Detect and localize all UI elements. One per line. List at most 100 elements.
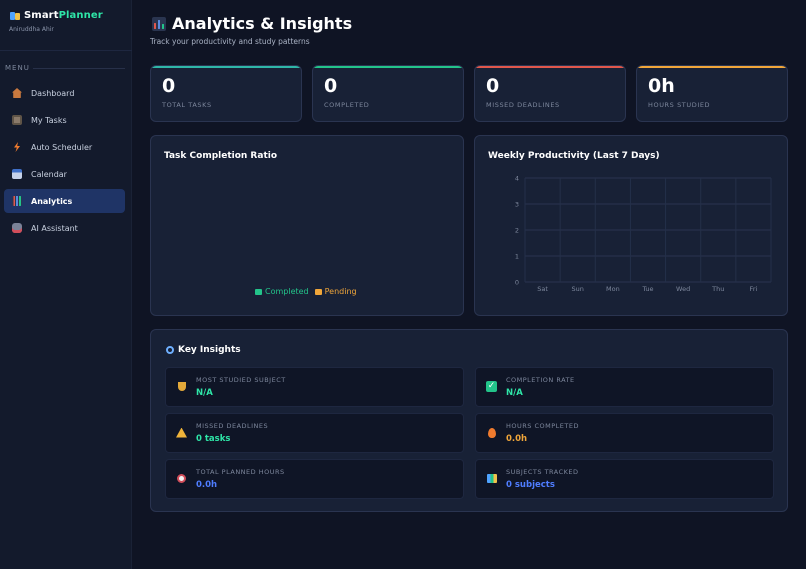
sidebar-item-label: Auto Scheduler (31, 142, 93, 152)
y-tick-label: 2 (515, 227, 519, 235)
magnifier-icon (166, 346, 174, 354)
lightning-icon (14, 142, 20, 152)
insight-label: COMPLETION RATE (506, 376, 575, 384)
x-tick-label: Thu (711, 285, 724, 293)
y-tick-label: 0 (515, 279, 519, 287)
key-insights-panel: Key Insights MOST STUDIED SUBJECT N/A ✓ … (150, 329, 788, 512)
completion-ratio-panel: Task Completion Ratio Completed Pending (150, 135, 464, 316)
stat-label: TOTAL TASKS (162, 101, 212, 109)
insight-subjects-tracked: SUBJECTS TRACKED 0 subjects (475, 459, 774, 499)
brand-name-part2: Planner (58, 10, 103, 21)
sidebar-item-label: AI Assistant (31, 223, 78, 233)
sidebar: SmartPlanner Aniruddha Ahir MENU Dashboa… (0, 0, 132, 569)
weekly-productivity-panel: Weekly Productivity (Last 7 Days) 01234S… (474, 135, 788, 316)
legend-item-completed[interactable]: Completed (255, 287, 309, 296)
books-icon (10, 11, 20, 21)
stat-label: COMPLETED (324, 101, 370, 109)
weekly-productivity-chart: 0 1 2 3 4 Sat Sun Mon Tue Wed Thu Fri (515, 175, 772, 293)
insight-hours-completed: HOURS COMPLETED 0.0h (475, 413, 774, 453)
sidebar-item-label: Calendar (31, 169, 67, 179)
x-tick-label: Fri (750, 285, 758, 293)
menu-label: MENU (5, 64, 30, 72)
insight-value: 0.0h (196, 480, 218, 490)
insight-completion-rate: ✓ COMPLETION RATE N/A (475, 367, 774, 407)
stat-accent-bar (151, 66, 301, 68)
fire-icon (486, 427, 497, 438)
x-tick-label: Tue (641, 285, 653, 293)
stat-accent-bar (637, 66, 787, 68)
insight-value: N/A (196, 388, 213, 398)
legend-swatch (314, 288, 322, 295)
sidebar-item-label: My Tasks (31, 115, 67, 125)
house-icon (12, 88, 22, 98)
sidebar-item-my-tasks[interactable]: My Tasks (4, 108, 125, 132)
page-title: Analytics & Insights (152, 14, 352, 33)
calendar-icon (12, 169, 22, 179)
page-subtitle: Track your productivity and study patter… (150, 37, 310, 46)
alarm-clock-icon (176, 473, 187, 484)
page-heading: Analytics & Insights (172, 14, 353, 33)
x-tick-label: Sat (537, 285, 548, 293)
brand-name-part1: Smart (24, 10, 59, 21)
insight-label: HOURS COMPLETED (506, 422, 579, 430)
legend-label: Completed (265, 287, 309, 296)
x-tick-label: Wed (676, 285, 690, 293)
y-tick-label: 3 (515, 201, 519, 209)
chart-legend: Completed Pending (255, 287, 357, 296)
brand-name: SmartPlanner (24, 10, 103, 21)
insight-value: 0 tasks (196, 434, 231, 444)
sidebar-item-label: Dashboard (31, 88, 75, 98)
sidebar-item-ai-assistant[interactable]: AI Assistant (4, 216, 125, 240)
insight-most-studied-subject: MOST STUDIED SUBJECT N/A (165, 367, 464, 407)
insights-title: Key Insights (178, 345, 241, 355)
stat-card-missed-deadlines: 0 MISSED DEADLINES (474, 65, 626, 122)
stat-value: 0 (162, 75, 176, 97)
books-icon (486, 473, 497, 484)
stat-card-completed: 0 COMPLETED (312, 65, 464, 122)
stat-card-hours-studied: 0h HOURS STUDIED (636, 65, 788, 122)
warning-icon (176, 427, 187, 438)
insight-value: N/A (506, 388, 523, 398)
insight-label: MISSED DEADLINES (196, 422, 269, 430)
stat-accent-bar (475, 66, 625, 68)
y-tick-label: 1 (515, 253, 519, 261)
insight-missed-deadlines: MISSED DEADLINES 0 tasks (165, 413, 464, 453)
sidebar-item-auto-scheduler[interactable]: Auto Scheduler (4, 135, 125, 159)
legend-item-pending[interactable]: Pending (314, 287, 357, 296)
sidebar-item-analytics[interactable]: Analytics (4, 189, 125, 213)
insight-label: MOST STUDIED SUBJECT (196, 376, 286, 384)
main-content: Analytics & Insights Track your producti… (132, 0, 806, 569)
stat-value: 0 (324, 75, 338, 97)
menu-divider (33, 68, 125, 69)
stat-accent-bar (313, 66, 463, 68)
robot-icon (12, 223, 22, 233)
x-tick-label: Sun (572, 285, 584, 293)
stat-label: HOURS STUDIED (648, 101, 711, 109)
insight-label: TOTAL PLANNED HOURS (196, 468, 285, 476)
bar-chart-icon (152, 16, 166, 31)
insight-value: 0 subjects (506, 480, 555, 490)
brand-logo[interactable]: SmartPlanner (10, 10, 103, 21)
insight-total-planned-hours: TOTAL PLANNED HOURS 0.0h (165, 459, 464, 499)
legend-label: Pending (324, 287, 357, 296)
trophy-icon (176, 381, 187, 392)
user-name: Aniruddha Ahir (9, 26, 54, 33)
insights-heading: Key Insights (166, 345, 241, 355)
stat-label: MISSED DEADLINES (486, 101, 560, 109)
check-icon: ✓ (486, 381, 497, 392)
sidebar-divider (0, 50, 132, 51)
bar-chart-icon (12, 196, 22, 206)
legend-swatch (255, 288, 262, 295)
stat-value: 0 (486, 75, 500, 97)
insight-value: 0.0h (506, 434, 528, 444)
insight-label: SUBJECTS TRACKED (506, 468, 579, 476)
sidebar-item-label: Analytics (31, 196, 73, 206)
sidebar-item-dashboard[interactable]: Dashboard (4, 81, 125, 105)
panel-title: Task Completion Ratio (164, 151, 278, 161)
stat-card-total-tasks: 0 TOTAL TASKS (150, 65, 302, 122)
stat-value: 0h (648, 75, 675, 97)
x-tick-label: Mon (606, 285, 620, 293)
y-tick-label: 4 (515, 175, 519, 183)
clipboard-icon (12, 115, 22, 125)
sidebar-item-calendar[interactable]: Calendar (4, 162, 125, 186)
